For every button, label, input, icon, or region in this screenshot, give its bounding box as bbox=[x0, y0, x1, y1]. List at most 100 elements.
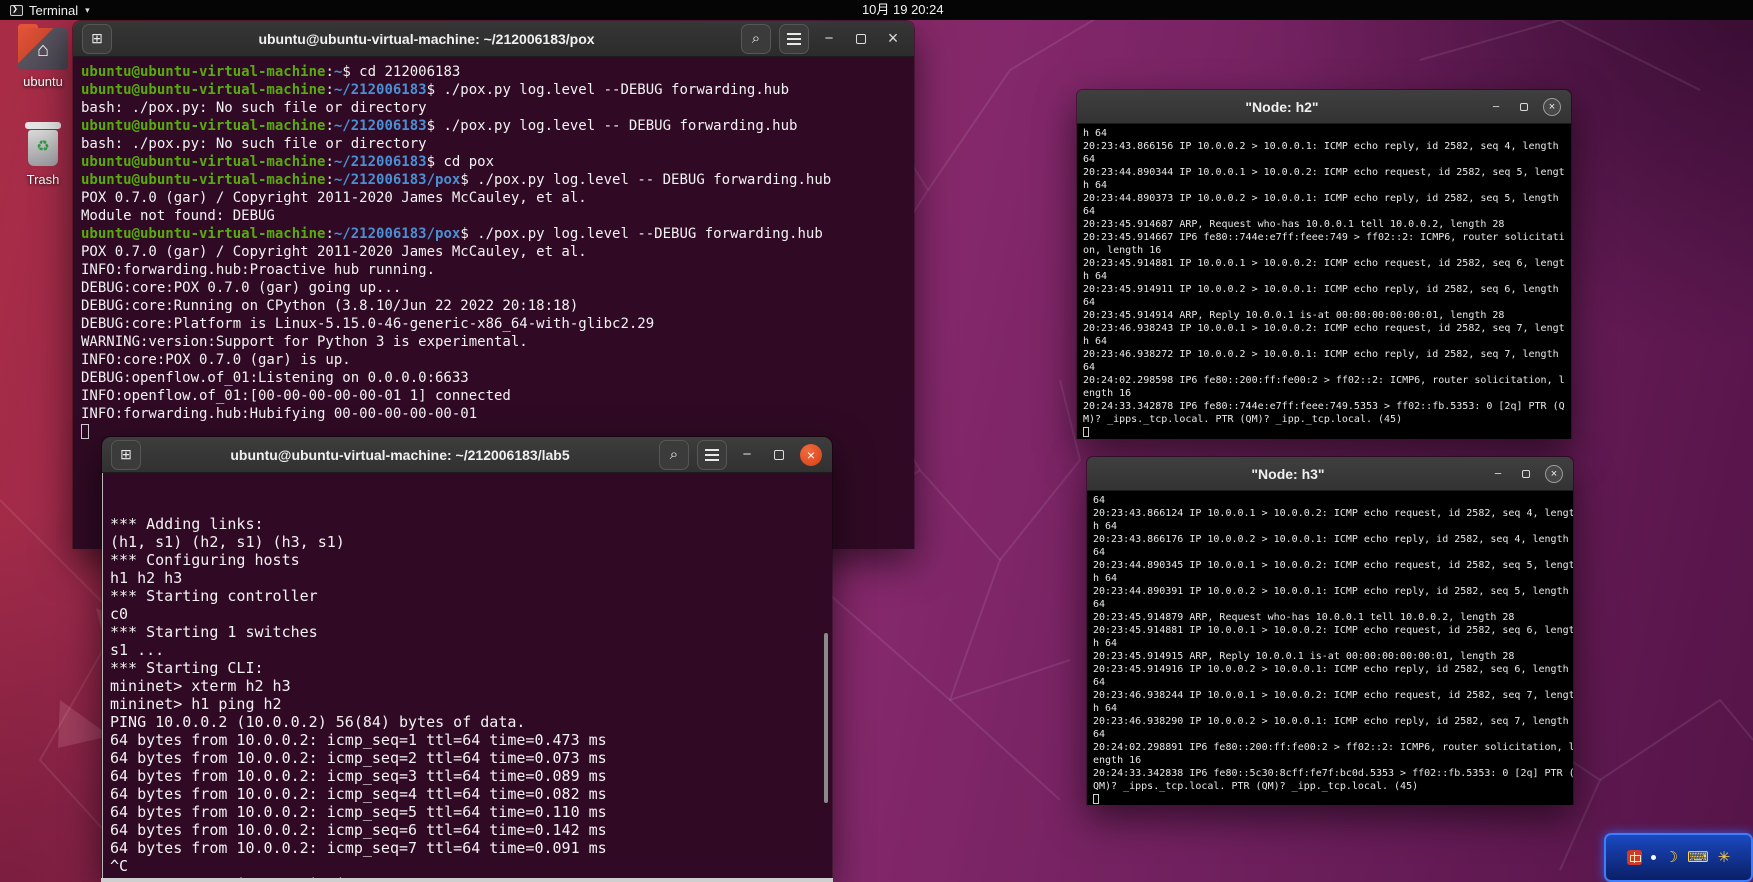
close-icon: × bbox=[1543, 97, 1561, 116]
terminal-line: ubuntu@ubuntu-virtual-machine:~$ cd 2120… bbox=[81, 64, 461, 80]
terminal-line: s1 ... bbox=[110, 641, 165, 659]
terminal-line: 20:23:45.914911 IP 10.0.0.2 > 10.0.0.1: … bbox=[1083, 284, 1559, 295]
clock[interactable]: 10月 19 20:24 bbox=[862, 0, 944, 20]
terminal-line: DEBUG:core:POX 0.7.0 (gar) going up... bbox=[81, 280, 402, 296]
window-title: ubuntu@ubuntu-virtual-machine: ~/2120061… bbox=[258, 30, 595, 47]
maximize-button[interactable] bbox=[1516, 462, 1536, 486]
terminal-line: 20:24:02.298598 IP6 fe80::200:ff:fe00:2 … bbox=[1083, 375, 1565, 386]
terminal-app-icon bbox=[10, 4, 23, 16]
terminal-line: 64 bytes from 10.0.0.2: icmp_seq=5 ttl=6… bbox=[110, 803, 607, 821]
minimize-button[interactable]: − bbox=[735, 443, 759, 467]
close-icon: × bbox=[800, 443, 822, 466]
search-button[interactable]: ⌕ bbox=[659, 439, 689, 470]
maximize-button[interactable] bbox=[1514, 95, 1534, 119]
new-tab-button[interactable]: ⊞ bbox=[111, 439, 141, 470]
terminal-line: QM)? _ipps._tcp.local. PTR (QM)? _ipp._t… bbox=[1093, 781, 1419, 792]
close-button[interactable]: × bbox=[799, 443, 823, 467]
search-button[interactable]: ⌕ bbox=[741, 23, 771, 54]
terminal-line: 64 bytes from 10.0.0.2: icmp_seq=4 ttl=6… bbox=[110, 785, 607, 803]
terminal-line: 20:23:45.914687 ARP, Request who-has 10.… bbox=[1083, 219, 1505, 230]
trash-icon: ♻ bbox=[23, 122, 63, 168]
recycle-icon: ♻ bbox=[36, 138, 50, 155]
close-button[interactable]: × bbox=[1542, 95, 1562, 119]
headerbar[interactable]: "Node: h3" − × bbox=[1087, 457, 1573, 491]
headerbar[interactable]: ⊞ ubuntu@ubuntu-virtual-machine: ~/21200… bbox=[73, 21, 914, 57]
terminal-line: 20:23:45.914881 IP 10.0.0.1 > 10.0.0.2: … bbox=[1083, 258, 1565, 269]
terminal-line: h 64 bbox=[1083, 336, 1108, 347]
close-button[interactable]: × bbox=[881, 27, 905, 51]
terminal-output-h3[interactable]: 64 20:23:43.866124 IP 10.0.0.1 > 10.0.0.2… bbox=[1087, 491, 1573, 805]
home-folder-icon: ⌂ bbox=[18, 24, 68, 70]
hamburger-icon bbox=[787, 32, 801, 45]
maximize-icon bbox=[856, 33, 866, 44]
minimize-button[interactable]: − bbox=[1486, 95, 1506, 119]
terminal-line: PING 10.0.0.2 (10.0.0.2) 56(84) bytes of… bbox=[110, 713, 526, 731]
terminal-line: 64 bbox=[1093, 599, 1106, 610]
app-menu-terminal[interactable]: Terminal ▾ bbox=[0, 0, 100, 20]
terminal-line: h1 h2 h3 bbox=[110, 569, 183, 587]
maximize-icon bbox=[1522, 469, 1530, 478]
terminal-line: DEBUG:core:Platform is Linux-5.15.0-46-g… bbox=[81, 316, 655, 332]
terminal-line: 64 bbox=[1093, 677, 1106, 688]
terminal-line: ubuntu@ubuntu-virtual-machine:~/21200618… bbox=[81, 82, 790, 98]
close-icon: × bbox=[1545, 464, 1563, 483]
maximize-button[interactable] bbox=[849, 27, 873, 51]
terminal-line: POX 0.7.0 (gar) / Copyright 2011-2020 Ja… bbox=[81, 190, 587, 206]
window-xterm-h3: "Node: h3" − × 64 20:23:43.866124 IP 10.0… bbox=[1086, 456, 1574, 805]
terminal-output-h2[interactable]: h 64 20:23:43.866156 IP 10.0.0.2 > 10.0.0… bbox=[1077, 124, 1571, 439]
minimize-icon: − bbox=[742, 446, 752, 463]
terminal-line: 20:23:46.938290 IP 10.0.0.2 > 10.0.0.1: … bbox=[1093, 716, 1569, 727]
text-cursor bbox=[1083, 427, 1089, 437]
terminal-line: 20:24:02.298891 IP6 fe80::200:ff:fe00:2 … bbox=[1093, 742, 1573, 753]
scrollbar[interactable] bbox=[824, 633, 828, 803]
terminal-line: M)? _ipps._tcp.local. PTR (QM)? _ipp._tc… bbox=[1083, 414, 1403, 425]
terminal-line: 64 bytes from 10.0.0.2: icmp_seq=1 ttl=6… bbox=[110, 731, 607, 749]
dot-icon bbox=[1650, 855, 1656, 860]
headerbar[interactable]: "Node: h2" − × bbox=[1077, 90, 1571, 124]
new-tab-button[interactable]: ⊞ bbox=[82, 23, 112, 54]
zhong-cn-icon bbox=[1626, 850, 1642, 865]
minimize-button[interactable]: − bbox=[1488, 462, 1508, 486]
terminal-line: h 64 bbox=[1093, 521, 1118, 532]
keyboard-icon: ⌨ bbox=[1687, 849, 1709, 866]
terminal-line: *** Configuring hosts bbox=[110, 551, 300, 569]
terminal-line: (h1, s1) (h2, s1) (h3, s1) bbox=[110, 533, 345, 551]
terminal-line: DEBUG:openflow.of_01:Listening on 0.0.0.… bbox=[81, 370, 469, 386]
menu-button[interactable] bbox=[779, 23, 809, 54]
terminal-line: POX 0.7.0 (gar) / Copyright 2011-2020 Ja… bbox=[81, 244, 587, 260]
top-bar: Terminal ▾ 10月 19 20:24 bbox=[0, 0, 1753, 20]
terminal-output-lab5[interactable]: *** Adding links: (h1, s1) (h2, s1) (h3, … bbox=[102, 473, 832, 882]
window-title: ubuntu@ubuntu-virtual-machine: ~/2120061… bbox=[230, 446, 570, 463]
terminal-line: INFO:core:POX 0.7.0 (gar) is up. bbox=[81, 352, 351, 368]
maximize-button[interactable] bbox=[767, 443, 791, 467]
terminal-line: 64 bbox=[1083, 206, 1096, 217]
headerbar[interactable]: ⊞ ubuntu@ubuntu-virtual-machine: ~/21200… bbox=[102, 437, 832, 473]
terminal-line: h 64 bbox=[1093, 573, 1118, 584]
ime-indicator-panel[interactable]: ☽ ⌨ ✳ bbox=[1604, 833, 1753, 882]
window-title: "Node: h2" bbox=[1245, 98, 1319, 115]
house-icon: ⌂ bbox=[36, 38, 50, 61]
terminal-line: bash: ./pox.py: No such file or director… bbox=[81, 136, 427, 152]
search-icon: ⌕ bbox=[669, 446, 679, 463]
window-terminal-lab5: ⊞ ubuntu@ubuntu-virtual-machine: ~/21200… bbox=[101, 436, 833, 882]
terminal-line: *** Starting controller bbox=[110, 587, 318, 605]
terminal-line: 20:23:44.890373 IP 10.0.0.2 > 10.0.0.1: … bbox=[1083, 193, 1559, 204]
terminal-line: h 64 bbox=[1083, 180, 1108, 191]
terminal-line: 20:23:44.890345 IP 10.0.0.1 > 10.0.0.2: … bbox=[1093, 560, 1573, 571]
terminal-line: 20:23:43.866176 IP 10.0.0.2 > 10.0.0.1: … bbox=[1093, 534, 1569, 545]
hamburger-icon bbox=[705, 448, 719, 461]
menu-button[interactable] bbox=[697, 439, 727, 470]
minimize-button[interactable]: − bbox=[817, 27, 841, 51]
star-icon: ✳ bbox=[1717, 849, 1731, 866]
terminal-line: ubuntu@ubuntu-virtual-machine:~/21200618… bbox=[81, 226, 823, 242]
terminal-line: bash: ./pox.py: No such file or director… bbox=[81, 100, 427, 116]
search-icon: ⌕ bbox=[751, 30, 761, 47]
terminal-line: 20:23:45.914916 IP 10.0.0.2 > 10.0.0.1: … bbox=[1093, 664, 1569, 675]
terminal-line: ubuntu@ubuntu-virtual-machine:~/21200618… bbox=[81, 118, 798, 134]
terminal-line: Module not found: DEBUG bbox=[81, 208, 275, 224]
maximize-icon bbox=[774, 449, 784, 460]
terminal-line: ^C bbox=[110, 857, 129, 875]
window-xterm-h2: "Node: h2" − × h 64 20:23:43.866156 IP 10… bbox=[1076, 89, 1572, 439]
terminal-line: h 64 bbox=[1083, 128, 1108, 139]
close-button[interactable]: × bbox=[1544, 462, 1564, 486]
